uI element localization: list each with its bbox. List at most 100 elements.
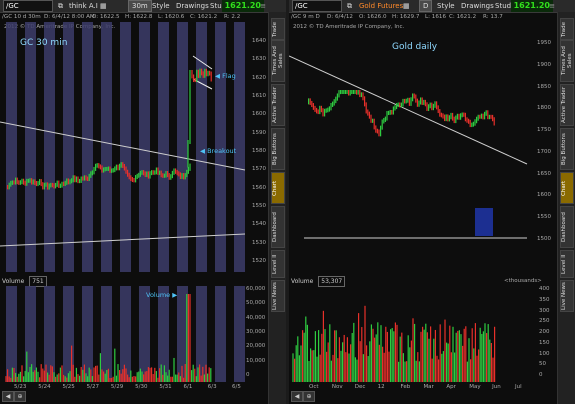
timeframe-selector[interactable]: D <box>419 0 433 12</box>
session-band <box>25 22 36 272</box>
axis-tick-label: 40,000 <box>246 314 266 321</box>
right-side-tabs: Trade Times And Sales Active Trader Big … <box>557 12 575 404</box>
tab-active-trader[interactable]: Active Trader <box>560 84 574 126</box>
info-range: R: 13.7 <box>483 14 503 20</box>
session-band <box>158 286 169 382</box>
axis-tick-label: 1580 <box>252 148 266 154</box>
axis-tick-label: 10,000 <box>246 357 266 364</box>
session-band <box>177 22 188 272</box>
time-tick-label: Jun <box>492 384 501 390</box>
scroll-left-button[interactable]: ◀ <box>291 391 303 402</box>
info-low: L: 1616 <box>425 14 447 20</box>
info-low: L: 1620.6 <box>158 14 185 20</box>
tab-times-and-sales[interactable]: Times And Sales <box>560 40 574 82</box>
session-band <box>82 22 93 272</box>
menu-icon[interactable]: ≡ <box>260 1 266 11</box>
axis-tick-label: 350 <box>539 296 550 303</box>
symbol-input[interactable]: /GC <box>3 0 53 12</box>
left-side-tabs: Trade Times And Sales Active Trader Big … <box>268 12 286 404</box>
axis-tick-label: 1950 <box>537 40 551 46</box>
axis-tick-label: 1610 <box>252 93 266 99</box>
tab-chart[interactable]: Chart <box>271 172 285 204</box>
tab-times-and-sales[interactable]: Times And Sales <box>271 40 285 82</box>
study-set-label[interactable]: think A.I <box>69 1 98 11</box>
time-tick-label: 5/24 <box>38 384 51 390</box>
time-tick-label: 5/29 <box>110 384 124 390</box>
tab-level-ii[interactable]: Level II <box>560 250 574 278</box>
axis-tick-label: 100 <box>539 350 550 357</box>
study-set-icon[interactable]: ⧉ <box>58 1 63 11</box>
axis-tick-label: 1570 <box>252 166 266 173</box>
session-band <box>44 22 55 272</box>
tab-big-buttons[interactable]: Big Buttons <box>560 128 574 170</box>
tab-level-ii[interactable]: Level II <box>271 250 285 278</box>
time-tick-label: 5/30 <box>135 384 148 390</box>
menu-icon[interactable]: ≡ <box>549 1 555 11</box>
right-price-chart[interactable] <box>289 22 558 272</box>
axis-tick-label: 20,000 <box>246 343 266 350</box>
axis-tick-label: 1900 <box>537 61 551 68</box>
info-close: C: 1621.2 <box>449 14 477 20</box>
info-open: O: 1622.5 <box>92 14 120 20</box>
time-tick-label: Mar <box>423 384 434 390</box>
tab-trade[interactable]: Trade <box>560 18 574 40</box>
study-set-icon[interactable]: ⧉ <box>347 1 352 11</box>
axis-tick-label: 1640 <box>252 38 266 44</box>
axis-tick-label: 200 <box>539 329 550 335</box>
style-menu[interactable]: Style <box>437 1 455 11</box>
right-volume-header: Volume 53,307 <box>291 276 346 287</box>
axis-tick-label: 1620 <box>252 74 266 81</box>
info-open: O: 1626.0 <box>359 14 387 20</box>
right-info-bar: /GC 9 m D D: 6/4/12 O: 1626.0 H: 1629.7 … <box>289 13 575 22</box>
scroll-left-button[interactable]: ◀ <box>2 391 14 402</box>
zoom-button[interactable]: ⊕ <box>14 391 26 402</box>
left-volume-chart[interactable] <box>0 286 269 382</box>
drawings-menu[interactable]: Drawings <box>176 1 209 11</box>
session-band <box>101 286 112 382</box>
axis-tick-label: 60,000 <box>246 286 266 292</box>
axis-tick-label: 1850 <box>537 83 551 90</box>
chart-title: GC 30 min <box>20 38 68 48</box>
symbol-input[interactable]: /GC <box>292 0 342 12</box>
time-tick-label: Apr <box>446 384 456 390</box>
info-date: D: 6/4/12 <box>327 14 353 20</box>
time-tick-label: 6/1 <box>183 384 193 390</box>
tab-live-news[interactable]: Live News <box>560 280 574 312</box>
timeframe-selector[interactable]: 30m <box>128 0 152 12</box>
axis-tick-label: 1600 <box>537 192 551 199</box>
info-high: H: 1622.8 <box>125 14 153 20</box>
tab-big-buttons[interactable]: Big Buttons <box>271 128 285 170</box>
flex-grid-icon[interactable]: ▦ <box>403 1 410 11</box>
drawings-menu[interactable]: Drawings <box>461 1 494 11</box>
axis-tick-label: 1520 <box>252 258 266 264</box>
axis-tick-label: 1590 <box>252 129 266 136</box>
session-band <box>120 286 131 382</box>
tab-dashboard[interactable]: Dashboard <box>560 206 574 248</box>
tab-chart[interactable]: Chart <box>560 172 574 204</box>
study-set-label[interactable]: Gold Futures <box>359 1 403 11</box>
info-close: C: 1621.2 <box>190 14 218 20</box>
right-volume-chart[interactable] <box>289 286 558 382</box>
session-band <box>158 22 169 272</box>
time-tick-label: Dec <box>354 384 366 390</box>
time-tick-label: 6/3 <box>207 384 217 390</box>
zoom-button[interactable]: ⊕ <box>303 391 315 402</box>
volume-units-label: <thousands> <box>504 278 542 284</box>
style-menu[interactable]: Style <box>152 1 170 11</box>
flex-grid-icon[interactable]: ▦ <box>100 1 107 11</box>
axis-tick-label: 50,000 <box>246 300 266 307</box>
time-tick-label: 5/27 <box>86 384 100 390</box>
tab-dashboard[interactable]: Dashboard <box>271 206 285 248</box>
session-band <box>139 22 150 272</box>
tab-active-trader[interactable]: Active Trader <box>271 84 285 126</box>
axis-tick-label: 0 <box>539 372 543 378</box>
session-band <box>101 22 112 272</box>
axis-tick-label: 1550 <box>252 203 266 209</box>
session-band <box>215 286 226 382</box>
tab-trade[interactable]: Trade <box>271 18 285 40</box>
left-toolbar: /GC ⧉ think A.I ▦ 30m Style Drawings Stu… <box>0 0 286 13</box>
axis-tick-label: 400 <box>539 286 550 292</box>
tab-live-news[interactable]: Live News <box>271 280 285 312</box>
axis-tick-label: 50 <box>539 361 546 368</box>
left-volume-header: Volume 751 <box>2 276 47 287</box>
